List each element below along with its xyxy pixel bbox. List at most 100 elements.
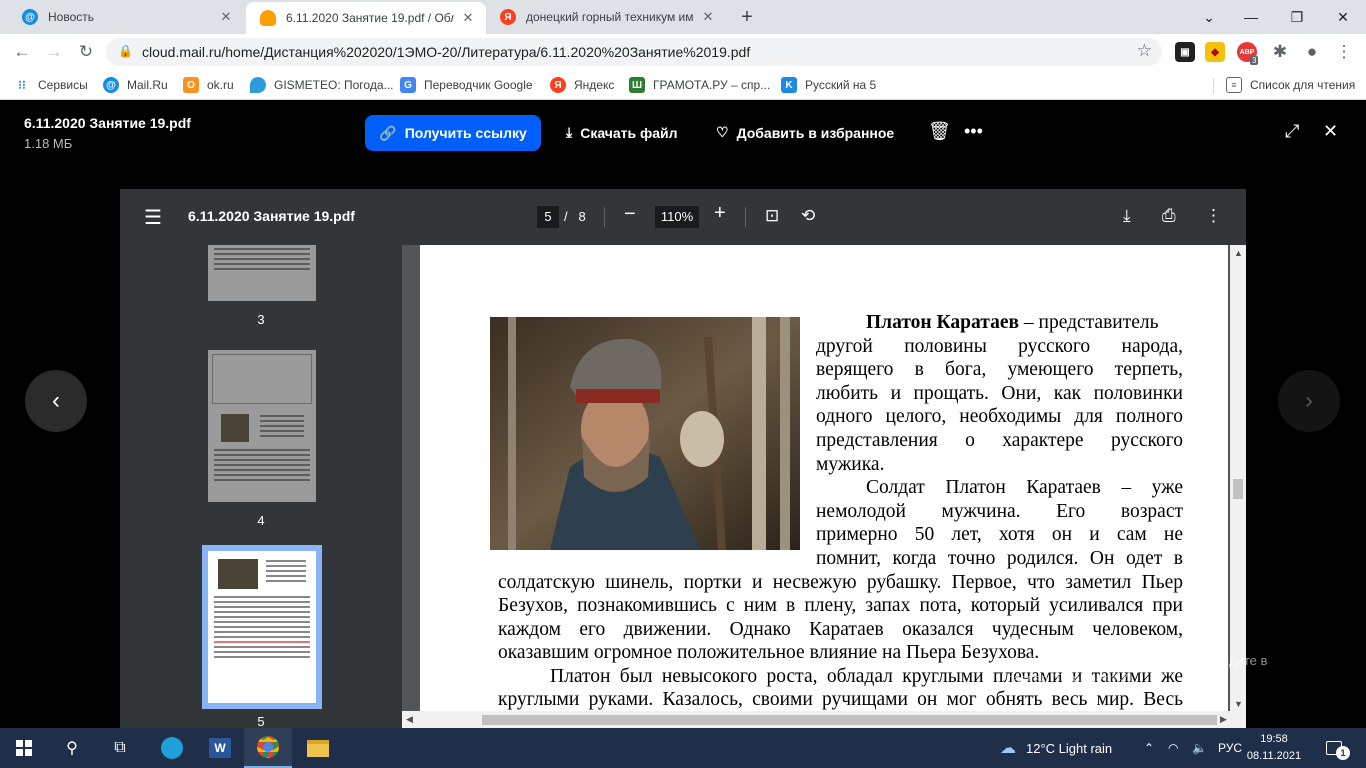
forward-icon[interactable]: → (42, 40, 66, 64)
bookmark-label: ГРАМОТА.РУ – спр... (653, 78, 771, 92)
chrome-icon[interactable] (244, 728, 292, 768)
more-options-icon[interactable]: ••• (964, 121, 983, 142)
weather-widget[interactable]: ☁ 12°C Light rain (1000, 728, 1112, 768)
tab-close-icon[interactable]: ✕ (460, 10, 476, 26)
text-line: круглыми руками. Казалось, своими ручища… (498, 689, 1183, 710)
minimize-icon[interactable]: — (1228, 0, 1274, 34)
next-file-arrow[interactable]: › (1278, 370, 1340, 432)
thumbnail-sidebar: 3 4 5 (120, 245, 402, 728)
input-language[interactable]: РУС (1218, 728, 1242, 768)
restore-icon[interactable]: ❐ (1274, 0, 1320, 34)
pdf-download-icon[interactable]: ⤓ (1123, 206, 1131, 226)
close-viewer-icon[interactable]: ✕ (1323, 121, 1338, 142)
heart-icon: ♡ (716, 124, 729, 140)
page-thumbnail[interactable] (208, 245, 316, 301)
bookmark-item[interactable]: G Переводчик Google (400, 75, 533, 95)
url-text[interactable]: cloud.mail.ru/home/Дистанция%202020/1ЭМО… (142, 44, 750, 60)
page-thumbnail-selected[interactable] (208, 551, 316, 703)
profile-avatar-icon[interactable]: ● (1300, 40, 1324, 64)
windows-taskbar: ⚲ ⧉ W ☁ 12°C Light rain ⌃ ◠ 🔈 РУС 19:58 … (0, 728, 1366, 768)
text-line: любить и прощать. Они, как половинки (816, 383, 1183, 404)
download-file-button[interactable]: ⤓ Скачать файл (566, 124, 678, 141)
bookmark-item[interactable]: Я Яндекс (550, 75, 614, 95)
search-icon[interactable]: ⚲ (48, 728, 96, 768)
bookmark-item[interactable]: Ш ГРАМОТА.РУ – спр... (629, 75, 770, 95)
page-number-input[interactable]: 5 (537, 206, 559, 228)
toolbar-divider (604, 207, 605, 227)
task-view-icon[interactable]: ⧉ (96, 728, 144, 768)
back-icon[interactable]: ← (10, 40, 34, 64)
add-favorite-button[interactable]: ♡ Добавить в избранное (716, 124, 894, 141)
trash-icon[interactable]: 🗑 (928, 121, 951, 142)
scroll-up-icon[interactable]: ▲ (1234, 248, 1243, 258)
new-tab-button[interactable]: + (735, 6, 759, 28)
page-count: 8 (578, 209, 586, 224)
close-window-icon[interactable]: ✕ (1320, 0, 1366, 34)
thumbnail-page-number: 5 (257, 714, 265, 728)
text-line: Солдат Платон Каратаев – уже (866, 477, 1183, 498)
reload-icon[interactable]: ↻ (74, 40, 98, 64)
tab-yandex-search[interactable]: Я донецкий горный техникум им ✕ (486, 0, 726, 34)
text-line: мужика. (816, 454, 885, 475)
prev-file-arrow[interactable]: ‹ (25, 370, 87, 432)
zoom-in-icon[interactable]: + (714, 202, 726, 225)
fullscreen-icon[interactable]: ⤢ (1285, 121, 1299, 142)
yandex-icon: Я (550, 77, 566, 93)
scroll-right-icon[interactable]: ▶ (1220, 714, 1227, 725)
word-icon[interactable]: W (196, 728, 244, 768)
get-link-button[interactable]: 🔗 Получить ссылку (365, 115, 541, 151)
browser-menu-icon[interactable]: ⋮ (1332, 40, 1356, 64)
address-bar[interactable]: 🔒 cloud.mail.ru/home/Дистанция%202020/1Э… (106, 38, 1162, 66)
zoom-out-icon[interactable]: − (624, 203, 636, 226)
extension-icon[interactable]: ▣ (1175, 42, 1195, 62)
tab-strip: @ Новость ✕ 6.11.2020 Занятие 19.pdf / О… (0, 0, 1366, 34)
print-icon[interactable]: ⎙ (1162, 206, 1176, 226)
volume-icon[interactable]: 🔈 (1192, 728, 1207, 768)
reading-list-button[interactable]: ≡ Список для чтения (1226, 75, 1355, 95)
edge-icon[interactable] (148, 728, 196, 768)
scroll-down-icon[interactable]: ▼ (1234, 699, 1243, 709)
notifications-icon[interactable]: 1 (1326, 728, 1350, 768)
tab-cloud-pdf[interactable]: 6.11.2020 Занятие 19.pdf / Обла ✕ (246, 2, 486, 34)
zoom-input[interactable]: 110% (655, 206, 699, 228)
fit-page-icon[interactable]: ⊡ (765, 206, 779, 226)
apps-bookmark[interactable]: ⁝⁝ Сервисы (14, 75, 88, 95)
text-line: представления о характере русского (816, 430, 1183, 451)
bookmark-item[interactable]: K Русский на 5 (781, 75, 876, 95)
gismeteo-icon (250, 77, 266, 93)
bookmark-item[interactable]: GISMETEO: Погода... (250, 75, 394, 95)
rotate-icon[interactable]: ⟲ (801, 206, 815, 226)
tab-close-icon[interactable]: ✕ (700, 9, 716, 25)
extensions-puzzle-icon[interactable]: ✱ (1268, 40, 1292, 64)
text-line: примерно 50 лет, хотя он и сам не (816, 524, 1183, 545)
page-horizontal-scrollbar[interactable]: ◀ ▶ (402, 711, 1230, 728)
download-icon: ⤓ (566, 124, 573, 140)
page-thumbnail[interactable] (208, 350, 316, 502)
extension-icon[interactable]: ◆ (1205, 42, 1225, 62)
thumbnails-menu-icon[interactable]: ☰ (144, 205, 162, 230)
bookmark-item[interactable]: O ok.ru (183, 75, 234, 95)
windows-start-icon[interactable] (0, 728, 48, 768)
pdf-more-icon[interactable]: ⋮ (1205, 206, 1222, 226)
tray-overflow-icon[interactable]: ⌃ (1144, 728, 1154, 768)
bookmark-label: Список для чтения (1250, 78, 1356, 92)
scroll-left-icon[interactable]: ◀ (406, 714, 413, 725)
tab-novost[interactable]: @ Новость ✕ (8, 0, 244, 34)
file-name: 6.11.2020 Занятие 19.pdf (24, 115, 191, 131)
wifi-icon[interactable]: ◠ (1168, 728, 1178, 768)
link-icon: 🔗 (379, 124, 397, 141)
watermark-line: Чтобы активировать Windows, перейдите в (1006, 653, 1268, 668)
lock-icon[interactable]: 🔒 (118, 44, 133, 58)
text-line: солдатскую шинель, портки и несвежую руб… (498, 572, 1183, 593)
tab-search-icon[interactable]: ⌄ (1186, 0, 1232, 34)
gramota-icon: Ш (629, 77, 645, 93)
bookmark-item[interactable]: @ Mail.Ru (103, 75, 168, 95)
text-line: одного целого, необходимы для полного (816, 406, 1183, 427)
browser-toolbar: ← → ↻ 🔒 cloud.mail.ru/home/Дистанция%202… (0, 34, 1366, 70)
system-clock[interactable]: 19:58 08.11.2021 (1244, 731, 1304, 765)
file-explorer-icon[interactable] (294, 728, 342, 768)
tab-title: Новость (48, 10, 95, 24)
bookmark-star-icon[interactable]: ☆ (1137, 41, 1152, 61)
tab-close-icon[interactable]: ✕ (218, 9, 234, 25)
mailru-at-icon: @ (22, 9, 38, 25)
